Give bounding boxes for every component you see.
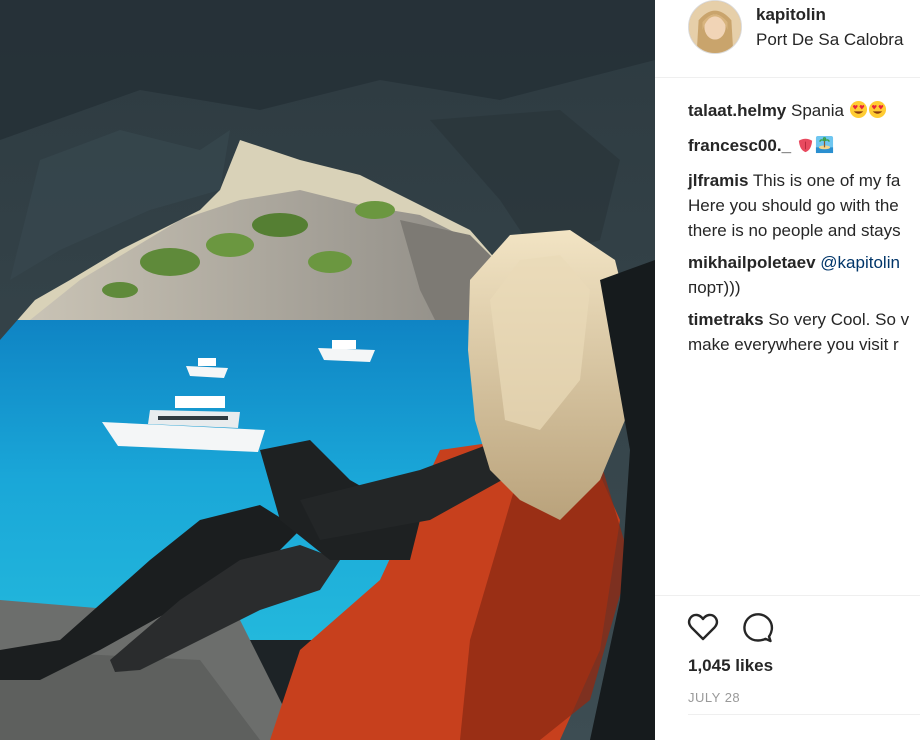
comment-button[interactable]	[741, 610, 775, 644]
like-button[interactable]	[686, 610, 720, 644]
comment-username[interactable]: jlframis	[688, 171, 748, 190]
comment-item: jlframis This is one of my fa Here you s…	[688, 168, 920, 243]
divider	[688, 714, 920, 715]
post-actions: 1,045 likes JULY 28	[655, 595, 920, 740]
comment-text-line: there is no people and stays	[688, 221, 901, 240]
likes-count[interactable]: 1,045 likes	[688, 656, 773, 676]
comment-item: mikhailpoletaev @kapitolin порт)))	[688, 250, 920, 300]
heart-eyes-emoji	[849, 100, 868, 126]
post-sidebar: kapitolin Port De Sa Calobra talaat.helm…	[655, 0, 920, 740]
post-header: kapitolin Port De Sa Calobra	[655, 0, 920, 78]
comment-item: talaat.helmy Spania	[688, 98, 920, 126]
heart-outline-icon	[687, 613, 719, 641]
comment-text-line: порт)))	[688, 278, 741, 297]
post-username[interactable]: kapitolin	[756, 5, 826, 25]
post-date[interactable]: JULY 28	[688, 690, 740, 705]
comment-username[interactable]: mikhailpoletaev	[688, 253, 816, 272]
tongue-emoji	[796, 135, 815, 161]
avatar-image	[689, 1, 741, 53]
post-location[interactable]: Port De Sa Calobra	[756, 30, 903, 50]
comment-item: francesc00._	[688, 133, 920, 161]
comment-username[interactable]: talaat.helmy	[688, 101, 786, 120]
comment-text-line: Here you should go with the	[688, 196, 899, 215]
heart-eyes-emoji	[868, 100, 887, 126]
comment-text-line: This is one of my fa	[752, 171, 901, 190]
post-photo[interactable]	[0, 0, 655, 740]
comment-list: talaat.helmy Spania francesc00._ jlframi…	[688, 98, 920, 364]
comment-text-line: So very Cool. So v	[768, 310, 910, 329]
island-emoji	[815, 135, 834, 161]
comment-text: Spania	[791, 101, 844, 120]
cave-sea-photo	[0, 0, 655, 740]
comment-item: timetraks So very Cool. So v make everyw…	[688, 307, 920, 357]
comment-text-line: make everywhere you visit r	[688, 335, 899, 354]
comment-username[interactable]: francesc00._	[688, 136, 791, 155]
avatar[interactable]	[688, 0, 742, 54]
comment-username[interactable]: timetraks	[688, 310, 764, 329]
speech-bubble-icon	[743, 613, 774, 643]
comment-mention[interactable]: @kapitolin	[820, 253, 900, 272]
